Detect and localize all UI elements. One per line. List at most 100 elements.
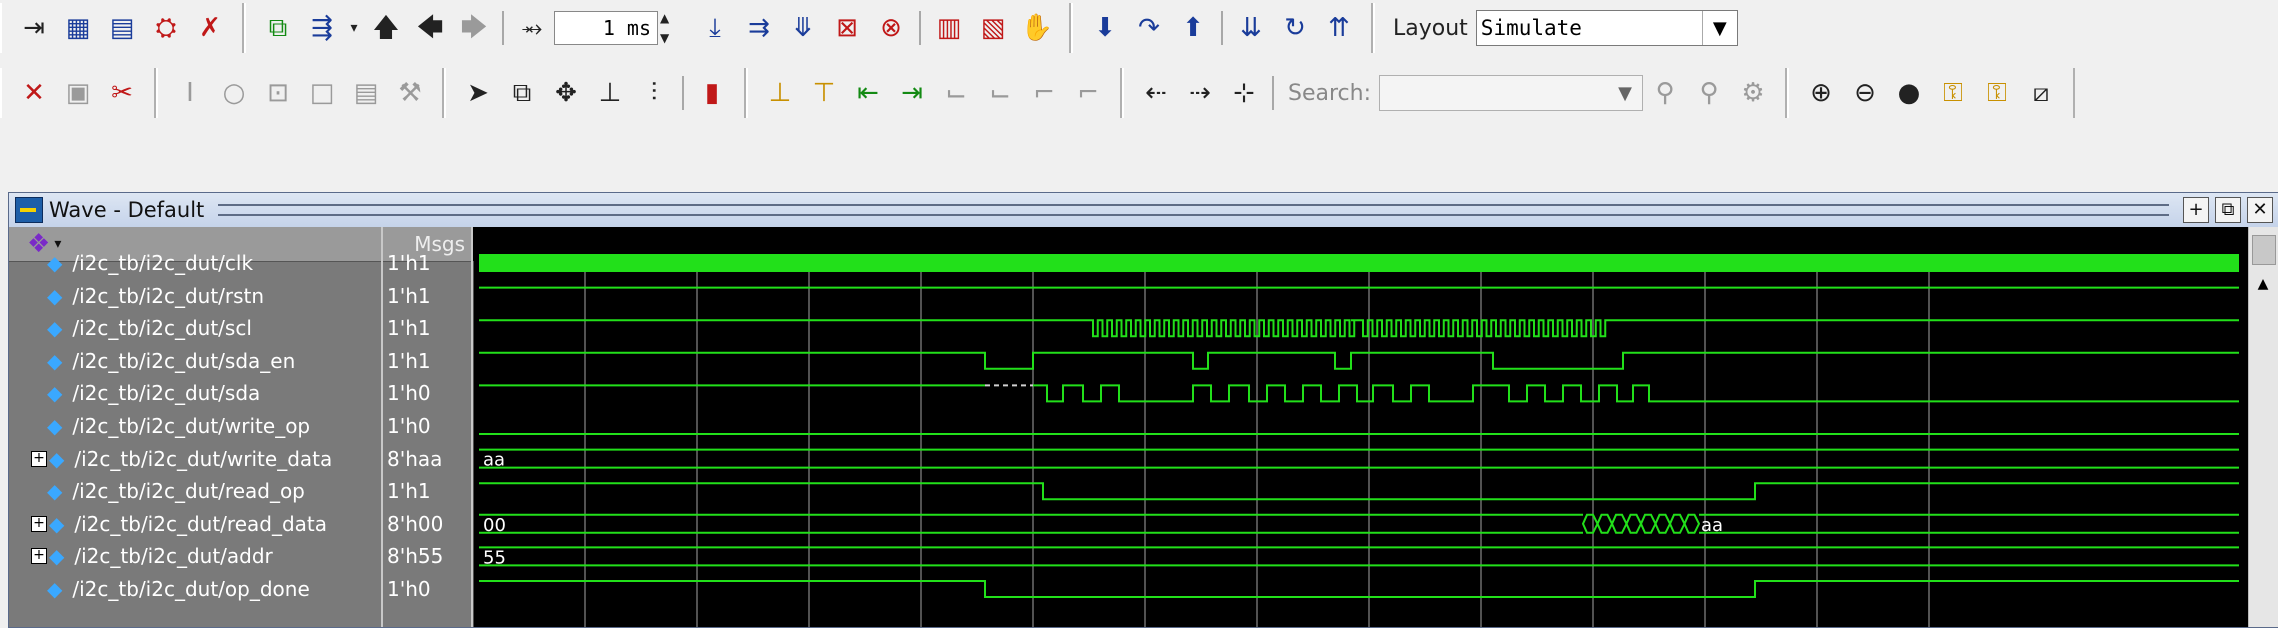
box-icon[interactable]: □: [303, 74, 341, 112]
step-out-dropdown-icon[interactable]: ⇈: [1320, 9, 1358, 47]
scrollbar-thumb[interactable]: [2252, 235, 2276, 265]
signal-value: 1'h1: [387, 316, 431, 341]
run-all-icon[interactable]: ⤋: [784, 9, 822, 47]
find-prev-icon[interactable]: ⌙: [937, 74, 975, 112]
performance-icon[interactable]: ▥: [930, 9, 968, 47]
signal-row-name[interactable]: ◆ /i2c_tb/i2c_dut/rstn: [31, 280, 264, 312]
add-icon[interactable]: +: [2183, 197, 2209, 223]
step-over-icon[interactable]: ↷: [1130, 9, 1168, 47]
signal-row-name[interactable]: + ◆ /i2c_tb/i2c_dut/write_data: [31, 443, 332, 475]
memory-icon[interactable]: ▧: [974, 9, 1012, 47]
select-icon[interactable]: ➤: [459, 74, 497, 112]
zoom-out-icon[interactable]: ⊖: [1846, 74, 1884, 112]
find-options-icon[interactable]: ⚙: [1734, 74, 1772, 112]
up-icon[interactable]: 🡅: [367, 9, 405, 47]
step-into-dropdown-icon[interactable]: ⇊: [1232, 9, 1270, 47]
signal-row-name[interactable]: + ◆ /i2c_tb/i2c_dut/read_data: [31, 508, 327, 540]
scroll-up-icon[interactable]: ▲: [2252, 273, 2274, 295]
cut-icon[interactable]: ✂: [103, 74, 141, 112]
spin-down-icon[interactable]: ▼: [660, 31, 680, 45]
io-icon[interactable]: ⊡: [259, 74, 297, 112]
signal-icon: ◆: [49, 511, 65, 536]
signal-icon[interactable]: ▮: [693, 74, 731, 112]
chevron-down-icon[interactable]: ▼: [1701, 11, 1737, 45]
list-icon[interactable]: ▦: [59, 9, 97, 47]
drag-grip[interactable]: [218, 204, 2169, 216]
search-input[interactable]: ▼: [1379, 75, 1643, 111]
zoom-cursor-icon[interactable]: ⚿: [1934, 74, 1972, 112]
signal-row-name[interactable]: ◆ /i2c_tb/i2c_dut/op_done: [31, 573, 310, 605]
close-icon[interactable]: ✕: [2247, 197, 2273, 223]
insert-cursor-icon[interactable]: ⫶: [635, 74, 673, 112]
signal-row-name[interactable]: ◆ /i2c_tb/i2c_dut/sda: [31, 377, 260, 409]
signal-row-name[interactable]: ◆ /i2c_tb/i2c_dut/scl: [31, 312, 252, 344]
hand-icon[interactable]: ✋: [1018, 9, 1056, 47]
waveform-plot[interactable]: aa 00 aa 55: [473, 227, 2249, 627]
zoom-range-icon[interactable]: ⚿: [1978, 74, 2016, 112]
signal-row-name[interactable]: ◆ /i2c_tb/i2c_dut/clk: [31, 247, 253, 279]
table-icon[interactable]: ▤: [103, 9, 141, 47]
find-next-icon[interactable]: ⌙: [981, 74, 1019, 112]
all-icon[interactable]: ▤: [347, 74, 385, 112]
forward-icon[interactable]: 🡆: [455, 9, 493, 47]
search-options-icon[interactable]: ⊹: [1225, 74, 1263, 112]
find-binoculars-icon[interactable]: ⚲: [1646, 74, 1684, 112]
circle-icon[interactable]: ○: [215, 74, 253, 112]
zoom-full-icon[interactable]: ●: [1890, 74, 1928, 112]
prev-edge-icon[interactable]: ⊥: [761, 74, 799, 112]
step-out-icon[interactable]: ⬆: [1174, 9, 1212, 47]
step-over-dropdown-icon[interactable]: ↻: [1276, 9, 1314, 47]
back-icon[interactable]: 🡄: [411, 9, 449, 47]
zoom-area-icon[interactable]: ⧄: [2022, 74, 2060, 112]
search-back-icon[interactable]: ⇠: [1137, 74, 1175, 112]
text-icon[interactable]: Ⅰ: [171, 74, 209, 112]
next-edge-icon[interactable]: ⊤: [805, 74, 843, 112]
remove-icon[interactable]: ✕: [15, 74, 53, 112]
separator: [1272, 76, 1274, 110]
expand-icon[interactable]: +: [31, 450, 47, 467]
signal-row-name[interactable]: ◆ /i2c_tb/i2c_dut/write_op: [31, 410, 310, 442]
zoom-box-icon[interactable]: ⧉: [503, 74, 541, 112]
sda_en-wave: [479, 351, 2239, 370]
wave-titlebar[interactable]: Wave - Default + ⧉ ✕: [9, 193, 2278, 228]
break-run-icon[interactable]: ⊠: [828, 9, 866, 47]
cursor-icon[interactable]: ⊥: [591, 74, 629, 112]
break-icon[interactable]: ⇥: [15, 9, 53, 47]
sda-wave-active: [1033, 384, 2239, 403]
chevron-down-icon[interactable]: ▾: [347, 9, 361, 47]
find-first-icon[interactable]: ⌐: [1025, 74, 1063, 112]
read_data-transition: [1625, 513, 1643, 534]
delete-icon[interactable]: ✗: [191, 9, 229, 47]
undock-icon[interactable]: ⧉: [2215, 197, 2241, 223]
run-icon[interactable]: ⤓: [696, 9, 734, 47]
signal-row-name[interactable]: + ◆ /i2c_tb/i2c_dut/addr: [31, 540, 273, 572]
move-icon[interactable]: ✥: [547, 74, 585, 112]
copy-icon[interactable]: ⧉: [259, 9, 297, 47]
prev-transition-icon[interactable]: ⇤: [849, 74, 887, 112]
format-icon[interactable]: ⇶: [303, 9, 341, 47]
signal-row-name[interactable]: ◆ /i2c_tb/i2c_dut/sda_en: [31, 345, 295, 377]
chevron-down-icon[interactable]: ▼: [1608, 76, 1642, 110]
toolbar-group-view: ⇥ ▦ ▤ ⛭ ✗: [0, 3, 244, 53]
run-length-input[interactable]: 1 ms: [554, 11, 658, 45]
find-prev-binoculars-icon[interactable]: ⚲: [1690, 74, 1728, 112]
spin-up-icon[interactable]: ▲: [660, 11, 680, 25]
layout-select[interactable]: Simulate ▼: [1475, 10, 1738, 46]
step-into-icon[interactable]: ⬇: [1086, 9, 1124, 47]
wave-title: Wave - Default: [49, 198, 205, 222]
continue-icon[interactable]: ⇉: [740, 9, 778, 47]
zoom-in-icon[interactable]: ⊕: [1802, 74, 1840, 112]
signal-row-name[interactable]: ◆ /i2c_tb/i2c_dut/read_op: [31, 475, 305, 507]
vertical-scrollbar[interactable]: ▲: [2248, 227, 2278, 627]
next-transition-icon[interactable]: ⇥: [893, 74, 931, 112]
expand-icon[interactable]: +: [31, 548, 47, 565]
stop-icon[interactable]: ⊗: [872, 9, 910, 47]
wand-icon[interactable]: ⚒: [391, 74, 429, 112]
search-forward-icon[interactable]: ⇢: [1181, 74, 1219, 112]
find-last-icon[interactable]: ⌐: [1069, 74, 1107, 112]
paste-icon[interactable]: ▣: [59, 74, 97, 112]
dataflow-icon[interactable]: ⛭: [147, 9, 185, 47]
expand-icon[interactable]: +: [31, 515, 47, 532]
signal-name: /i2c_tb/i2c_dut/rstn: [72, 283, 265, 308]
run-length-spinner[interactable]: ▲ ▼: [660, 11, 680, 45]
